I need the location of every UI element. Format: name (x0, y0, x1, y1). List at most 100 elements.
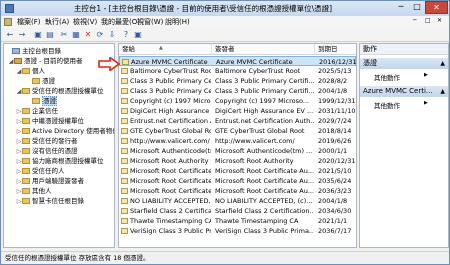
submenu-arrow-icon: ▶ (424, 72, 428, 78)
table-row[interactable]: GTE CyberTrust Global Root GTE CyberTrust… (119, 126, 356, 136)
console-menu-icon[interactable] (4, 18, 12, 26)
close-button[interactable]: ✕ (425, 1, 448, 14)
maximize-button[interactable]: □ (409, 1, 425, 14)
tree-node-other-people[interactable]: ▷ 其他人 (16, 186, 52, 196)
refresh-icon[interactable]: ⟳ (95, 30, 105, 40)
tree-node-enterprise-trust[interactable]: ▷ 企業信任 (16, 106, 58, 116)
table-row[interactable]: Copyright (c) 1997 Microso...Copyright (… (119, 96, 356, 106)
tree-node-trusted-root-certs[interactable]: 憑證 (26, 96, 57, 106)
red-arrow-icon (98, 57, 120, 71)
tree-node-ad-user-object[interactable]: ▷ Active Directory 使用者物件 (16, 126, 114, 136)
show-hide-action-pane-icon[interactable]: ▣ (133, 30, 143, 40)
actions-header: 動作 (360, 44, 448, 55)
export-list-icon[interactable]: ⇩ (107, 30, 117, 40)
up-level-icon[interactable]: ▣ (33, 30, 43, 40)
collapse-icon[interactable]: ▲ (440, 58, 445, 69)
certificate-icon (121, 158, 128, 164)
table-row[interactable]: Microsoft Root Certificate A...Microsoft… (119, 166, 356, 176)
copy-icon[interactable]: ▦ (71, 30, 81, 40)
table-row[interactable]: Class 3 Public Primary Certifi...Class 3… (119, 76, 356, 86)
column-header-issued-to[interactable]: 發給 ▲ (119, 44, 212, 55)
table-row[interactable]: Thawte Timestamping CA Thawte Timestampin… (119, 216, 356, 226)
tree-node-cert-current-user[interactable]: ◢ 憑證 - 目前的使用者 (8, 56, 83, 66)
tree-node-smart-card-root[interactable]: ▷ 智慧卡信任根目錄 (16, 196, 84, 206)
tree-node-trusted-people[interactable]: ▷ 受信任的人 (16, 166, 65, 176)
certificate-list: 發給 ▲ 簽發者 到期日 Azure MVMC Certificate Azure … (118, 43, 357, 248)
folder-icon (22, 188, 30, 194)
menu-help[interactable]: 說明(H) (165, 17, 190, 27)
certificate-icon (121, 118, 128, 124)
more-actions-link[interactable]: 其他動作 ▶ (374, 100, 428, 110)
more-actions-link[interactable]: 其他動作 ▶ (374, 72, 428, 82)
tree-node-personal[interactable]: ◢ 個人 (16, 66, 45, 76)
table-row[interactable]: NO LIABILITY ACCEPTED, (c)...NO LIABILIT… (119, 196, 356, 206)
menu-favorites[interactable]: 我的最愛(O) (101, 17, 140, 27)
tree-node-third-party-root[interactable]: ▷ 協力廠商根憑證授權單位 (16, 156, 104, 166)
column-header-issued-by[interactable]: 簽發者 (212, 44, 315, 55)
folder-icon (22, 158, 30, 164)
table-row[interactable]: http://www.valicert.com/http://www.valic… (119, 136, 356, 146)
cut-icon[interactable]: ✂ (59, 30, 69, 40)
certificate-icon (121, 198, 128, 204)
folder-icon (22, 128, 30, 134)
tree-node-personal-certs[interactable]: 憑證 (26, 76, 55, 86)
help-icon[interactable]: ? (121, 30, 131, 40)
menu-window[interactable]: 視窗(W) (137, 17, 163, 27)
folder-icon (22, 138, 30, 144)
window-title: 主控台1 - [主控台根目錄\憑證 - 目前的使用者\受信任的根憑證授權單位\憑… (73, 4, 333, 13)
certificate-icon (121, 88, 128, 94)
tree-node-trusted-root[interactable]: ◢ 受信任的根憑證授權單位 (16, 86, 104, 96)
actions-section-selected-cert[interactable]: Azure MVMC Certi... ▲ (360, 86, 448, 97)
table-row[interactable]: Microsoft Root Certificate A...Microsoft… (119, 176, 356, 186)
table-row[interactable]: Azure MVMC Certificate Azure MVMC Certifi… (119, 56, 356, 66)
certificate-icon (121, 208, 128, 214)
menu-bar: 檔案(F) 執行(A) 檢視(V) 我的最愛(O) 視窗(W) 說明(H) ─ … (1, 16, 449, 28)
actions-section-certificates[interactable]: 憑證 ▲ (360, 58, 448, 69)
table-row[interactable]: Starfield Class 2 Certificatio...Starfie… (119, 206, 356, 216)
tree-node-console-root[interactable]: 主控台根目錄 (6, 46, 61, 56)
table-row[interactable]: Microsoft Root Authority Microsoft Root A… (119, 156, 356, 166)
folder-icon (22, 88, 30, 94)
certificate-icon (121, 98, 128, 104)
menu-file[interactable]: 檔案(F) (17, 17, 41, 27)
certificate-icon (121, 168, 128, 174)
collapse-icon[interactable]: ▲ (440, 86, 445, 97)
tree-node-trusted-publishers[interactable]: ▷ 受信任的發行者 (16, 136, 78, 146)
folder-icon (12, 48, 20, 54)
inner-minimize-button[interactable]: ─ (413, 17, 417, 24)
table-row[interactable]: Baltimore CyberTrust Root Baltimore Cyber… (119, 66, 356, 76)
back-icon[interactable]: ← (5, 30, 15, 40)
title-bar: 主控台1 - [主控台根目錄\憑證 - 目前的使用者\受信任的根憑證授權單位\憑… (1, 1, 449, 16)
inner-restore-button[interactable]: □ (425, 17, 431, 24)
table-row[interactable]: Microsoft Authenticode(tm) ...Microsoft … (119, 146, 356, 156)
folder-icon (22, 148, 30, 154)
mmc-window: 主控台1 - [主控台根目錄\憑證 - 目前的使用者\受信任的根憑證授權單位\憑… (0, 0, 450, 265)
table-row[interactable]: Entrust.net Certification Aut...Entrust.… (119, 116, 356, 126)
mmc-app-icon (5, 4, 14, 13)
submenu-arrow-icon: ▶ (424, 100, 428, 106)
table-row[interactable]: DigiCert High Assurance EV ...DigiCert H… (119, 106, 356, 116)
menu-view[interactable]: 檢視(V) (73, 17, 97, 27)
folder-icon (22, 108, 30, 114)
certificate-icon (121, 68, 128, 74)
delete-icon[interactable]: ✕ (83, 30, 93, 40)
folder-icon (22, 198, 30, 204)
table-row[interactable]: VeriSign Class 3 Public Prim...VeriSign … (119, 226, 356, 236)
table-row[interactable]: Microsoft Root Certificate A...Microsoft… (119, 186, 356, 196)
tree-node-client-auth-issuers[interactable]: ▷ 用戶端驗證簽發者 (16, 176, 84, 186)
minimize-button[interactable]: ─ (393, 1, 409, 14)
column-header-expiration[interactable]: 到期日 (315, 44, 356, 55)
certificate-icon (121, 178, 128, 184)
menu-action[interactable]: 執行(A) (45, 17, 69, 27)
tree-node-untrusted-certs[interactable]: ▷ 沒有信任的憑證 (16, 146, 78, 156)
table-row[interactable]: Class 3 Public Primary Certifi...Class 3… (119, 86, 356, 96)
inner-close-button[interactable]: ✕ (437, 17, 442, 24)
sort-ascending-icon: ▲ (159, 45, 163, 51)
certificate-icon (121, 218, 128, 224)
show-hide-tree-icon[interactable]: ▤ (45, 30, 55, 40)
folder-icon (22, 168, 30, 174)
certificate-icon (121, 138, 128, 144)
tree-node-intermediate-ca[interactable]: ▷ 中繼憑證授權單位 (16, 116, 84, 126)
folder-icon (22, 118, 30, 124)
forward-icon[interactable]: → (17, 30, 27, 40)
